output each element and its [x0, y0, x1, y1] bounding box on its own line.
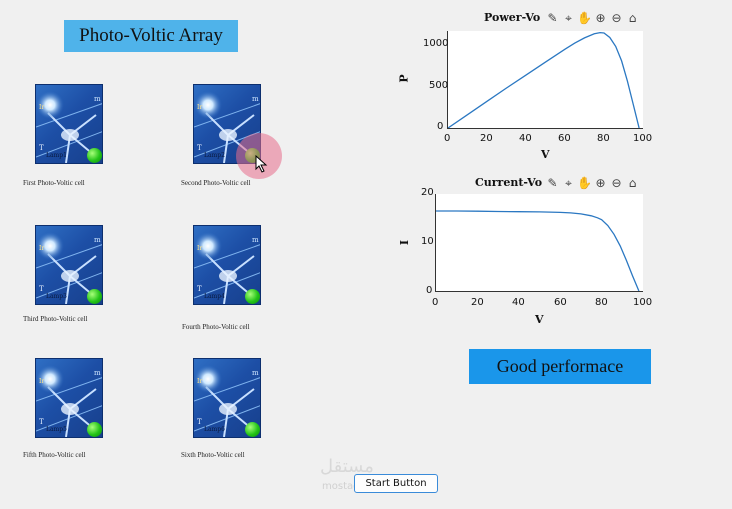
current-chart-axes[interactable] [435, 194, 643, 292]
mouse-cursor-icon [255, 155, 268, 173]
power-xtick: 80 [597, 133, 610, 144]
power-xtick: 60 [558, 133, 571, 144]
pv-cell-image: Ir m T Lamp4 [193, 225, 261, 305]
pv-cell-label: Second Photo-Voltic cell [181, 179, 251, 187]
m-port-label: m [252, 236, 259, 244]
power-ylabel: P [397, 74, 411, 83]
pv-cell-5[interactable]: Ir m T Lamp5 [35, 358, 103, 438]
app-title: Photo-Voltic Array [64, 20, 238, 52]
lamp-label: Lamp1 [46, 152, 67, 159]
m-port-label: m [94, 95, 101, 103]
status-lamp-icon [87, 289, 102, 304]
pv-cell-image: Ir m T Lamp1 [35, 84, 103, 164]
brush-icon[interactable]: ✎ [545, 11, 560, 26]
temperature-port-label: T [39, 285, 44, 293]
zoom-in-icon[interactable]: ⊕ [593, 11, 608, 26]
status-lamp-icon [87, 422, 102, 437]
m-port-label: m [94, 369, 101, 377]
irradiance-port-label: Ir [39, 245, 45, 252]
current-xlabel: V [535, 313, 544, 326]
pv-cell-image: Ir m T Lamp3 [35, 225, 103, 305]
m-port-label: m [252, 369, 259, 377]
pv-cell-4[interactable]: Ir m T Lamp4 [193, 225, 261, 305]
brush-icon[interactable]: ✎ [545, 176, 560, 191]
current-ytick: 10 [421, 236, 434, 247]
power-xtick: 100 [633, 133, 653, 144]
home-icon[interactable]: ⌂ [625, 176, 640, 191]
pv-cell-6[interactable]: Ir m T Lamp6 [193, 358, 261, 438]
data-cursor-icon[interactable]: ⌖ [561, 176, 576, 191]
status-lamp-icon [245, 422, 260, 437]
current-xtick: 60 [554, 297, 567, 308]
series-line-0 [436, 210, 640, 292]
irradiance-port-label: Ir [39, 104, 45, 111]
temperature-port-label: T [197, 144, 202, 152]
start-button[interactable]: Start Button [354, 474, 438, 493]
irradiance-port-label: Ir [39, 378, 45, 385]
pv-cell-label: Fifth Photo-Voltic cell [23, 451, 86, 459]
current-xtick: 0 [432, 297, 439, 308]
power-ytick: 1000 [423, 38, 449, 49]
power-chart-plot [447, 31, 640, 129]
current-xtick: 100 [633, 297, 653, 308]
lamp-label: Lamp3 [46, 293, 67, 300]
pan-icon[interactable]: ✋ [577, 11, 592, 26]
home-icon[interactable]: ⌂ [625, 11, 640, 26]
power-xtick: 20 [480, 133, 493, 144]
zoom-in-icon[interactable]: ⊕ [593, 176, 608, 191]
power-xtick: 0 [444, 133, 451, 144]
current-chart-title: Current-Vo [475, 176, 543, 189]
pv-cell-3[interactable]: Ir m T Lamp3 [35, 225, 103, 305]
status-lamp-icon [245, 289, 260, 304]
series-line-0 [447, 31, 640, 129]
data-cursor-icon[interactable]: ⌖ [561, 11, 576, 26]
pv-cell-image: Ir m T Lamp5 [35, 358, 103, 438]
temperature-port-label: T [39, 144, 44, 152]
lamp-label: Lamp6 [204, 426, 225, 433]
current-xtick: 40 [512, 297, 525, 308]
current-xtick: 20 [471, 297, 484, 308]
power-xlabel: V [541, 148, 550, 161]
temperature-port-label: T [197, 418, 202, 426]
pv-cell-label: First Photo-Voltic cell [23, 179, 85, 187]
performance-status: Good performace [469, 349, 651, 384]
current-ylabel: I [398, 239, 412, 246]
irradiance-port-label: Ir [197, 378, 203, 385]
current-xtick: 80 [595, 297, 608, 308]
power-ytick: 500 [429, 80, 449, 91]
power-xtick: 40 [519, 133, 532, 144]
status-lamp-icon [87, 148, 102, 163]
current-chart-plot [436, 210, 640, 292]
zoom-out-icon[interactable]: ⊖ [609, 11, 624, 26]
lamp-label: Lamp4 [204, 293, 225, 300]
irradiance-port-label: Ir [197, 104, 203, 111]
pv-cell-label: Sixth Photo-Voltic cell [181, 451, 245, 459]
pv-cell-1[interactable]: Ir m T Lamp1 [35, 84, 103, 164]
zoom-out-icon[interactable]: ⊖ [609, 176, 624, 191]
lamp-label: Lamp5 [46, 426, 67, 433]
m-port-label: m [252, 95, 259, 103]
irradiance-port-label: Ir [197, 245, 203, 252]
current-ytick: 20 [421, 187, 434, 198]
pv-cell-label: Fourth Photo-Voltic cell [182, 323, 250, 331]
pv-cell-image: Ir m T Lamp6 [193, 358, 261, 438]
power-chart-title: Power-Vo [484, 11, 541, 24]
pan-icon[interactable]: ✋ [577, 176, 592, 191]
lamp-label: Lamp2 [204, 152, 225, 159]
power-ytick: 0 [437, 121, 444, 132]
temperature-port-label: T [197, 285, 202, 293]
pv-cell-label: Third Photo-Voltic cell [23, 315, 88, 323]
current-ytick: 0 [426, 285, 433, 296]
current-axes-toolbar[interactable]: ✎ ⌖ ✋ ⊕ ⊖ ⌂ [545, 176, 640, 191]
power-chart-axes[interactable] [447, 31, 643, 129]
temperature-port-label: T [39, 418, 44, 426]
power-axes-toolbar[interactable]: ✎ ⌖ ✋ ⊕ ⊖ ⌂ [545, 11, 640, 26]
m-port-label: m [94, 236, 101, 244]
